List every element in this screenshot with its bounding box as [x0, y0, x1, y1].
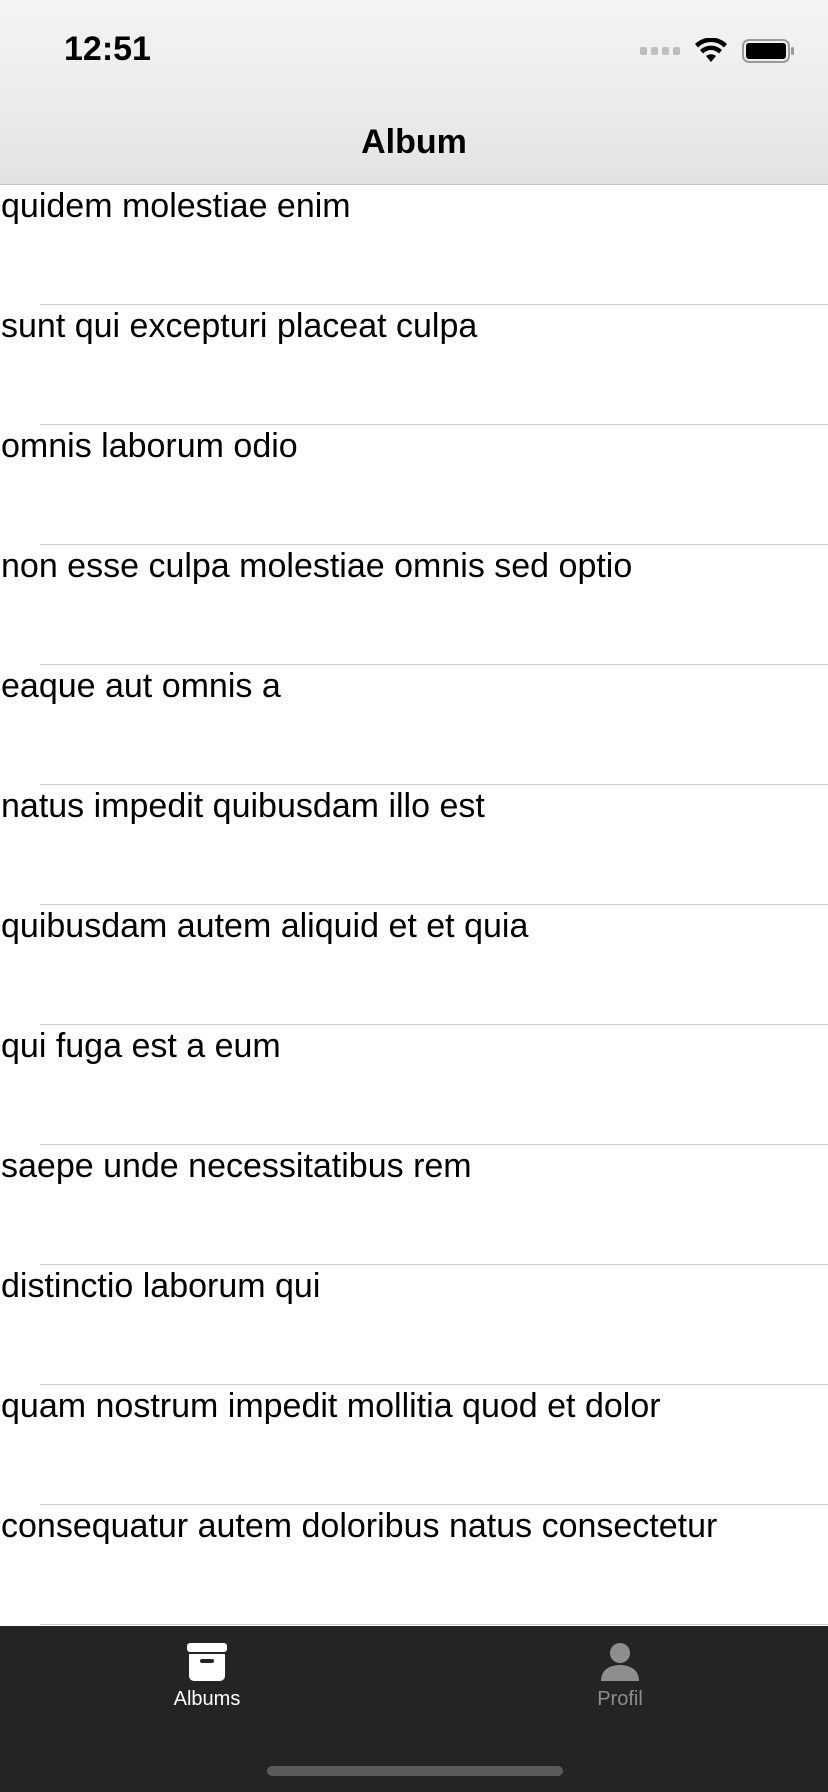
- tab-profil[interactable]: Profil: [520, 1642, 720, 1711]
- battery-icon: [742, 39, 794, 63]
- album-title: omnis laborum odio: [1, 427, 298, 465]
- list-item[interactable]: non esse culpa molestiae omnis sed optio: [0, 545, 828, 665]
- status-icons: [640, 36, 796, 66]
- person-icon: [601, 1643, 639, 1681]
- list-item[interactable]: saepe unde necessitatibus rem: [0, 1145, 828, 1265]
- list-item[interactable]: eaque aut omnis a: [0, 665, 828, 785]
- status-bar: 12:51: [0, 0, 828, 100]
- list-item[interactable]: consequatur autem doloribus natus consec…: [0, 1505, 828, 1625]
- album-title: natus impedit quibusdam illo est: [1, 787, 485, 825]
- page-title: Album: [361, 122, 467, 161]
- list-item[interactable]: qui fuga est a eum: [0, 1025, 828, 1145]
- album-title: consequatur autem doloribus natus consec…: [1, 1507, 718, 1545]
- album-title: qui fuga est a eum: [1, 1027, 281, 1065]
- album-title: quibusdam autem aliquid et et quia: [1, 907, 529, 945]
- tab-albums[interactable]: Albums: [107, 1642, 307, 1711]
- list-item[interactable]: natus impedit quibusdam illo est: [0, 785, 828, 905]
- album-title: eaque aut omnis a: [1, 667, 281, 705]
- album-title: sunt qui excepturi placeat culpa: [1, 307, 478, 345]
- tab-profil-label: Profil: [597, 1688, 643, 1710]
- cellular-signal-icon: [640, 47, 680, 55]
- list-item[interactable]: distinctio laborum qui: [0, 1265, 828, 1385]
- album-list: quidem molestiae enim sunt qui excepturi…: [0, 185, 828, 1625]
- list-item[interactable]: quidem molestiae enim: [0, 185, 828, 305]
- album-title: quidem molestiae enim: [1, 187, 351, 225]
- wifi-icon: [695, 38, 727, 62]
- album-title: quam nostrum impedit mollitia quod et do…: [1, 1387, 661, 1425]
- album-title: non esse culpa molestiae omnis sed optio: [1, 547, 633, 585]
- home-indicator[interactable]: [267, 1766, 563, 1776]
- album-title: distinctio laborum qui: [1, 1267, 321, 1305]
- archive-box-icon: [187, 1643, 227, 1681]
- list-item[interactable]: quibusdam autem aliquid et et quia: [0, 905, 828, 1025]
- tab-albums-label: Albums: [173, 1688, 241, 1710]
- list-item[interactable]: sunt qui excepturi placeat culpa: [0, 305, 828, 425]
- row-separator: [40, 1624, 828, 1625]
- navigation-bar: Album: [0, 100, 828, 185]
- album-title: saepe unde necessitatibus rem: [1, 1147, 472, 1185]
- status-time: 12:51: [64, 30, 151, 68]
- list-item[interactable]: omnis laborum odio: [0, 425, 828, 545]
- list-item[interactable]: quam nostrum impedit mollitia quod et do…: [0, 1385, 828, 1505]
